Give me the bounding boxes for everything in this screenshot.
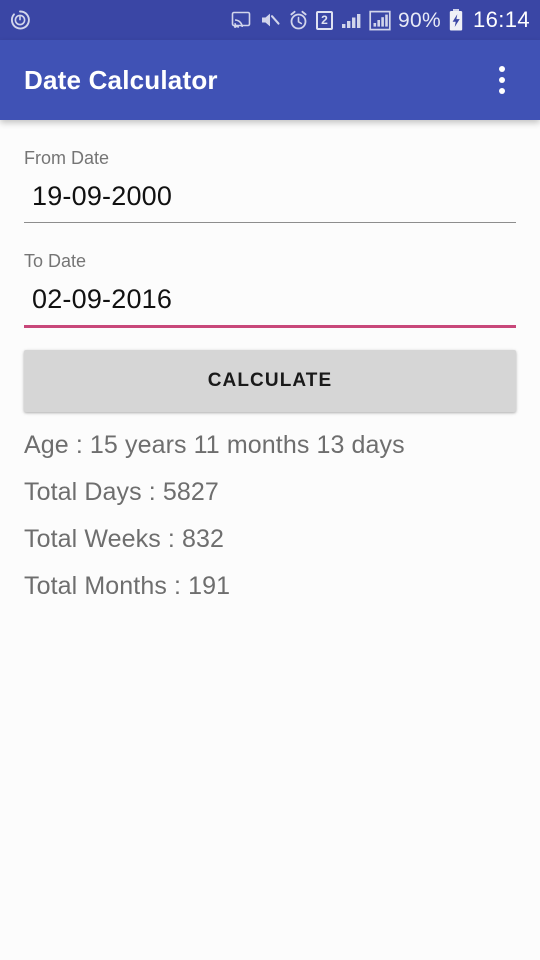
app-title: Date Calculator — [24, 64, 218, 95]
status-bar: 2 90% 16:14 — [0, 0, 540, 40]
overflow-dot — [499, 77, 505, 83]
overflow-menu-icon[interactable] — [480, 54, 524, 106]
status-bar-right-icons: 2 90% 16:14 — [230, 8, 530, 32]
overflow-dot — [499, 66, 505, 72]
sim-indicator: 2 — [316, 10, 333, 30]
result-total-months: Total Months : 191 — [24, 572, 231, 600]
to-date-underline — [24, 325, 516, 328]
result-total-days: Total Days : 5827 — [24, 478, 219, 506]
results-panel: Age : 15 years 11 months 13 days Total D… — [24, 412, 516, 610]
to-date-field-group: To Date — [24, 223, 516, 328]
alarm-icon — [288, 10, 309, 31]
mute-icon — [259, 10, 281, 30]
result-age: Age : 15 years 11 months 13 days — [24, 431, 405, 459]
app-bar: Date Calculator — [0, 40, 540, 120]
clock-label: 16:14 — [472, 7, 530, 32]
power-saving-icon — [8, 8, 32, 32]
overflow-dot — [499, 88, 505, 94]
from-date-label: From Date — [24, 148, 110, 168]
main-content: From Date To Date CALCULATE Age : 15 yea… — [0, 120, 540, 960]
battery-charging-icon — [448, 8, 464, 32]
to-date-label: To Date — [24, 251, 87, 271]
calculate-button[interactable]: CALCULATE — [24, 350, 516, 412]
to-date-input[interactable] — [24, 276, 516, 325]
from-date-input[interactable] — [24, 173, 516, 222]
result-total-weeks: Total Weeks : 832 — [24, 525, 224, 553]
battery-percent-label: 90% — [398, 8, 441, 32]
cast-icon — [230, 10, 252, 30]
signal-bars-boxed-icon — [369, 10, 391, 31]
status-bar-left-icons — [8, 8, 32, 32]
signal-bars-icon — [340, 10, 362, 30]
from-date-field-group: From Date — [24, 120, 516, 223]
